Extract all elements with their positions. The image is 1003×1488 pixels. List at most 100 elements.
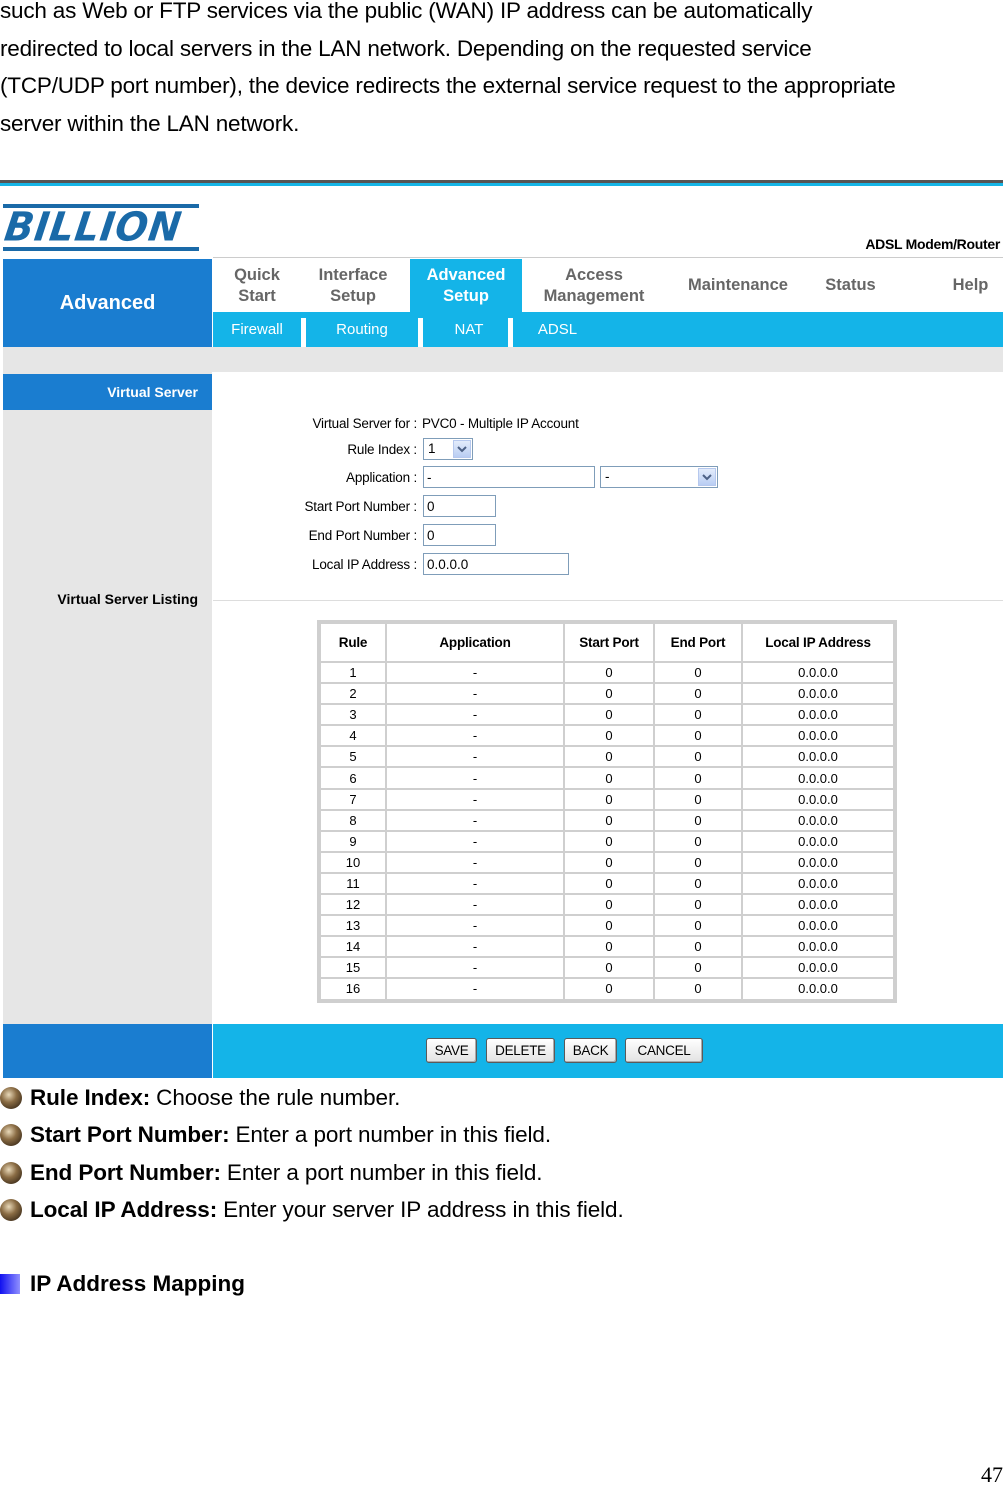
local-ip-input[interactable] bbox=[423, 553, 569, 575]
application-select-value: - bbox=[605, 469, 610, 484]
table-row: 12-0 0 0.0.0.0 bbox=[321, 895, 893, 915]
cell-rule: 7 bbox=[321, 789, 385, 809]
bullet-ball-icon bbox=[0, 1087, 22, 1109]
cell-local-ip: 0.0.0.0 bbox=[743, 895, 893, 915]
nav-help[interactable]: Help bbox=[938, 259, 1003, 312]
subnav-firewall[interactable]: Firewall bbox=[213, 312, 301, 347]
table-row: 11-0 0 0.0.0.0 bbox=[321, 873, 893, 894]
table-row: 2-0 0 0.0.0.0 bbox=[321, 684, 893, 704]
table-row: 3-0 0 0.0.0.0 bbox=[321, 705, 893, 725]
cell-local-ip: 0.0.0.0 bbox=[743, 916, 893, 936]
application-label: Application : bbox=[346, 470, 417, 485]
table-row: 6-0 0 0.0.0.0 bbox=[321, 768, 893, 788]
billion-logo: BILLION bbox=[1, 203, 199, 252]
cell-rule: 8 bbox=[321, 810, 385, 830]
start-port-label: Start Port Number : bbox=[304, 499, 418, 514]
nav-quick-start[interactable]: Quick Start bbox=[213, 259, 301, 312]
table-row: 10-0 0 0.0.0.0 bbox=[321, 852, 893, 872]
cell-start-port: 0 bbox=[565, 684, 653, 704]
section-divider bbox=[213, 600, 1003, 601]
cell-end-port: 0 bbox=[655, 831, 741, 851]
subnav-routing[interactable]: Routing bbox=[306, 312, 418, 347]
virtual-server-for-label: Virtual Server for : bbox=[312, 416, 417, 431]
table-header-row: Rule Application Start Port End Port Loc… bbox=[321, 624, 893, 661]
save-button[interactable]: SAVE bbox=[426, 1038, 477, 1063]
cell-rule: 11 bbox=[321, 873, 385, 894]
cell-local-ip: 0.0.0.0 bbox=[743, 768, 893, 788]
nav-interface-setup[interactable]: Interface Setup bbox=[303, 259, 403, 312]
cell-rule: 14 bbox=[321, 937, 385, 957]
cell-rule: 3 bbox=[321, 705, 385, 725]
footer-left bbox=[3, 1024, 212, 1078]
cell-application: - bbox=[387, 895, 563, 915]
grey-strip bbox=[3, 347, 1003, 372]
cell-rule: 15 bbox=[321, 958, 385, 978]
nav-label: Setup bbox=[330, 286, 376, 305]
cell-application: - bbox=[387, 726, 563, 746]
cell-start-port: 0 bbox=[565, 747, 653, 767]
rule-index-select[interactable]: 1 bbox=[423, 438, 473, 460]
cell-application: - bbox=[387, 789, 563, 809]
cell-end-port: 0 bbox=[655, 789, 741, 809]
cell-local-ip: 0.0.0.0 bbox=[743, 810, 893, 830]
cell-start-port: 0 bbox=[565, 789, 653, 809]
bullet-desc: Enter a port number in this field. bbox=[226, 1160, 543, 1185]
table-row: 5-0 0 0.0.0.0 bbox=[321, 747, 893, 767]
logo-bar-bottom bbox=[3, 247, 199, 251]
intro-line: redirected to local servers in the LAN n… bbox=[0, 35, 812, 61]
cell-start-port: 0 bbox=[565, 895, 653, 915]
cell-rule: 4 bbox=[321, 726, 385, 746]
nav-label: Management bbox=[543, 286, 645, 305]
logo-text: BILLION bbox=[1, 203, 186, 251]
subnav-separator bbox=[508, 318, 513, 347]
virtual-server-table: Rule Application Start Port End Port Loc… bbox=[317, 620, 897, 1003]
table-row: 7-0 0 0.0.0.0 bbox=[321, 789, 893, 809]
application-select[interactable]: - bbox=[600, 466, 718, 488]
cell-application: - bbox=[387, 684, 563, 704]
cell-rule: 1 bbox=[321, 663, 385, 683]
cell-rule: 5 bbox=[321, 747, 385, 767]
nav-label: Access bbox=[565, 265, 623, 284]
back-button[interactable]: BACK bbox=[564, 1038, 617, 1063]
cell-rule: 13 bbox=[321, 916, 385, 936]
product-name: ADSL Modem/Router bbox=[865, 236, 1000, 252]
bullet-item: End Port Number: Enter a port number in … bbox=[0, 1158, 543, 1188]
page-number: 47 bbox=[981, 1462, 1003, 1487]
sidebar: Virtual Server Virtual Server Listing bbox=[3, 372, 212, 1024]
subnav-adsl[interactable]: ADSL bbox=[515, 312, 600, 347]
nav-label: Advanced bbox=[426, 265, 506, 284]
sidebar-virtual-server-listing: Virtual Server Listing bbox=[57, 591, 198, 607]
cell-end-port: 0 bbox=[655, 684, 741, 704]
bullet-item: Start Port Number: Enter a port number i… bbox=[0, 1120, 551, 1150]
start-port-input[interactable] bbox=[423, 495, 496, 517]
cancel-button[interactable]: CANCEL bbox=[625, 1038, 703, 1063]
bullet-ball-icon bbox=[0, 1162, 22, 1184]
cell-end-port: 0 bbox=[655, 895, 741, 915]
cell-local-ip: 0.0.0.0 bbox=[743, 789, 893, 809]
nav-access-management[interactable]: Access Management bbox=[529, 259, 659, 312]
application-input[interactable] bbox=[423, 466, 595, 488]
cell-end-port: 0 bbox=[655, 705, 741, 725]
col-start-port: Start Port bbox=[565, 624, 653, 661]
cell-start-port: 0 bbox=[565, 768, 653, 788]
nav-maintenance[interactable]: Maintenance bbox=[673, 259, 803, 312]
cell-local-ip: 0.0.0.0 bbox=[743, 937, 893, 957]
cell-start-port: 0 bbox=[565, 663, 653, 683]
cell-local-ip: 0.0.0.0 bbox=[743, 873, 893, 894]
delete-button[interactable]: DELETE bbox=[486, 1038, 555, 1063]
nav-status[interactable]: Status bbox=[813, 259, 888, 312]
main-nav: Quick Start Interface Setup Advanced Setup … bbox=[213, 259, 1003, 312]
sidebar-virtual-server: Virtual Server bbox=[3, 374, 212, 410]
heading-text: IP Address Mapping bbox=[30, 1271, 246, 1296]
cell-end-port: 0 bbox=[655, 663, 741, 683]
cell-application: - bbox=[387, 916, 563, 936]
subnav-nat[interactable]: NAT bbox=[423, 312, 515, 347]
end-port-input[interactable] bbox=[423, 524, 496, 546]
cell-rule: 16 bbox=[321, 979, 385, 999]
cell-rule: 12 bbox=[321, 895, 385, 915]
rule-index-label: Rule Index : bbox=[347, 442, 417, 457]
cell-rule: 2 bbox=[321, 684, 385, 704]
cell-end-port: 0 bbox=[655, 916, 741, 936]
cell-local-ip: 0.0.0.0 bbox=[743, 705, 893, 725]
nav-advanced-setup[interactable]: Advanced Setup bbox=[410, 259, 522, 312]
